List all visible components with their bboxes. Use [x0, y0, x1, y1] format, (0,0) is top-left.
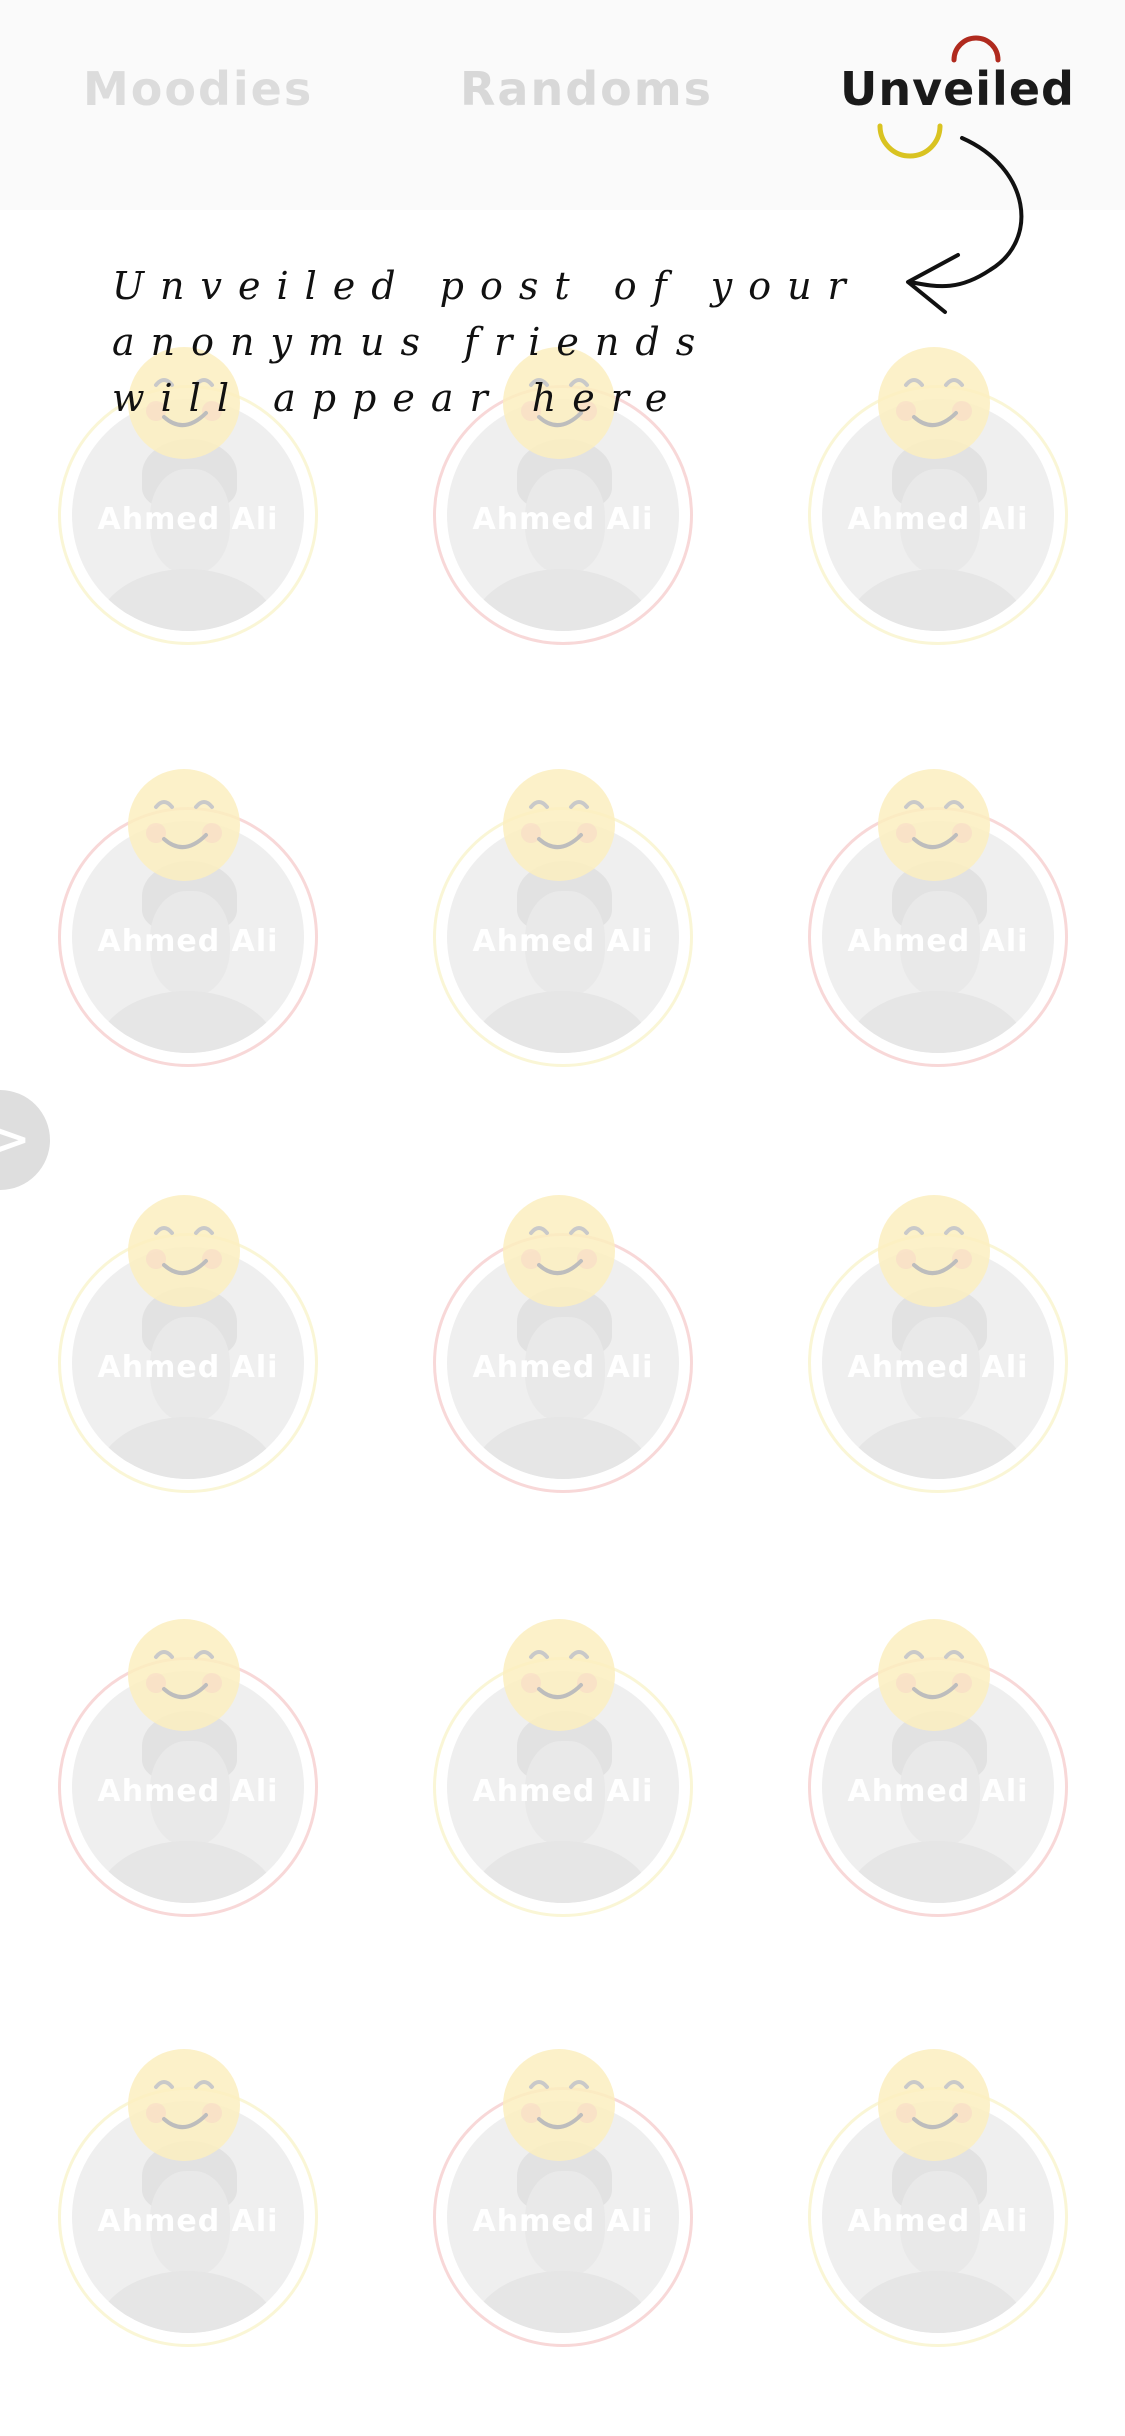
profile-name: Ahmed Ali [847, 502, 1029, 537]
profile-name: Ahmed Ali [97, 502, 279, 537]
profile-name: Ahmed Ali [472, 502, 654, 537]
profile-cell[interactable]: Ahmed Ali [58, 1617, 318, 1917]
profile-cell[interactable]: Ahmed Ali [808, 767, 1068, 1067]
profile-cell[interactable]: Ahmed Ali [433, 767, 693, 1067]
smiley-emoji-icon [878, 1619, 990, 1731]
profile-name: Ahmed Ali [847, 2204, 1029, 2239]
profile-name: Ahmed Ali [847, 924, 1029, 959]
profile-name: Ahmed Ali [97, 924, 279, 959]
profile-name: Ahmed Ali [97, 1350, 279, 1385]
smiley-emoji-icon [128, 1195, 240, 1307]
profile-name: Ahmed Ali [472, 2204, 654, 2239]
smiley-emoji-icon [878, 1195, 990, 1307]
profile-cell[interactable]: Ahmed Ali [808, 1617, 1068, 1917]
smiley-emoji-icon [878, 769, 990, 881]
profile-name: Ahmed Ali [472, 1774, 654, 1809]
unveiled-hint-text: Unveiled post of your anonymus friends w… [112, 264, 862, 420]
profile-name: Ahmed Ali [97, 1774, 279, 1809]
profile-cell[interactable]: Ahmed Ali [58, 2047, 318, 2347]
profile-name: Ahmed Ali [847, 1774, 1029, 1809]
profile-name: Ahmed Ali [472, 924, 654, 959]
profile-cell[interactable]: Ahmed Ali [433, 1617, 693, 1917]
profile-name: Ahmed Ali [97, 2204, 279, 2239]
smiley-emoji-icon [503, 769, 615, 881]
smiley-emoji-icon [878, 347, 990, 459]
smiley-emoji-icon [128, 769, 240, 881]
smiley-emoji-icon [503, 1195, 615, 1307]
profile-cell[interactable]: Ahmed Ali [58, 767, 318, 1067]
profile-name: Ahmed Ali [847, 1350, 1029, 1385]
profile-cell[interactable]: Ahmed Ali [58, 1193, 318, 1493]
profile-name: Ahmed Ali [472, 1350, 654, 1385]
smiley-emoji-icon [128, 2049, 240, 2161]
smiley-emoji-icon [503, 2049, 615, 2161]
smiley-emoji-icon [503, 1619, 615, 1731]
profile-cell[interactable]: Ahmed Ali [808, 1193, 1068, 1493]
profile-cell[interactable]: Ahmed Ali [808, 2047, 1068, 2347]
smiley-emoji-icon [128, 1619, 240, 1731]
profile-cell[interactable]: Ahmed Ali [433, 2047, 693, 2347]
profile-cell[interactable]: Ahmed Ali [433, 1193, 693, 1493]
smiley-emoji-icon [878, 2049, 990, 2161]
